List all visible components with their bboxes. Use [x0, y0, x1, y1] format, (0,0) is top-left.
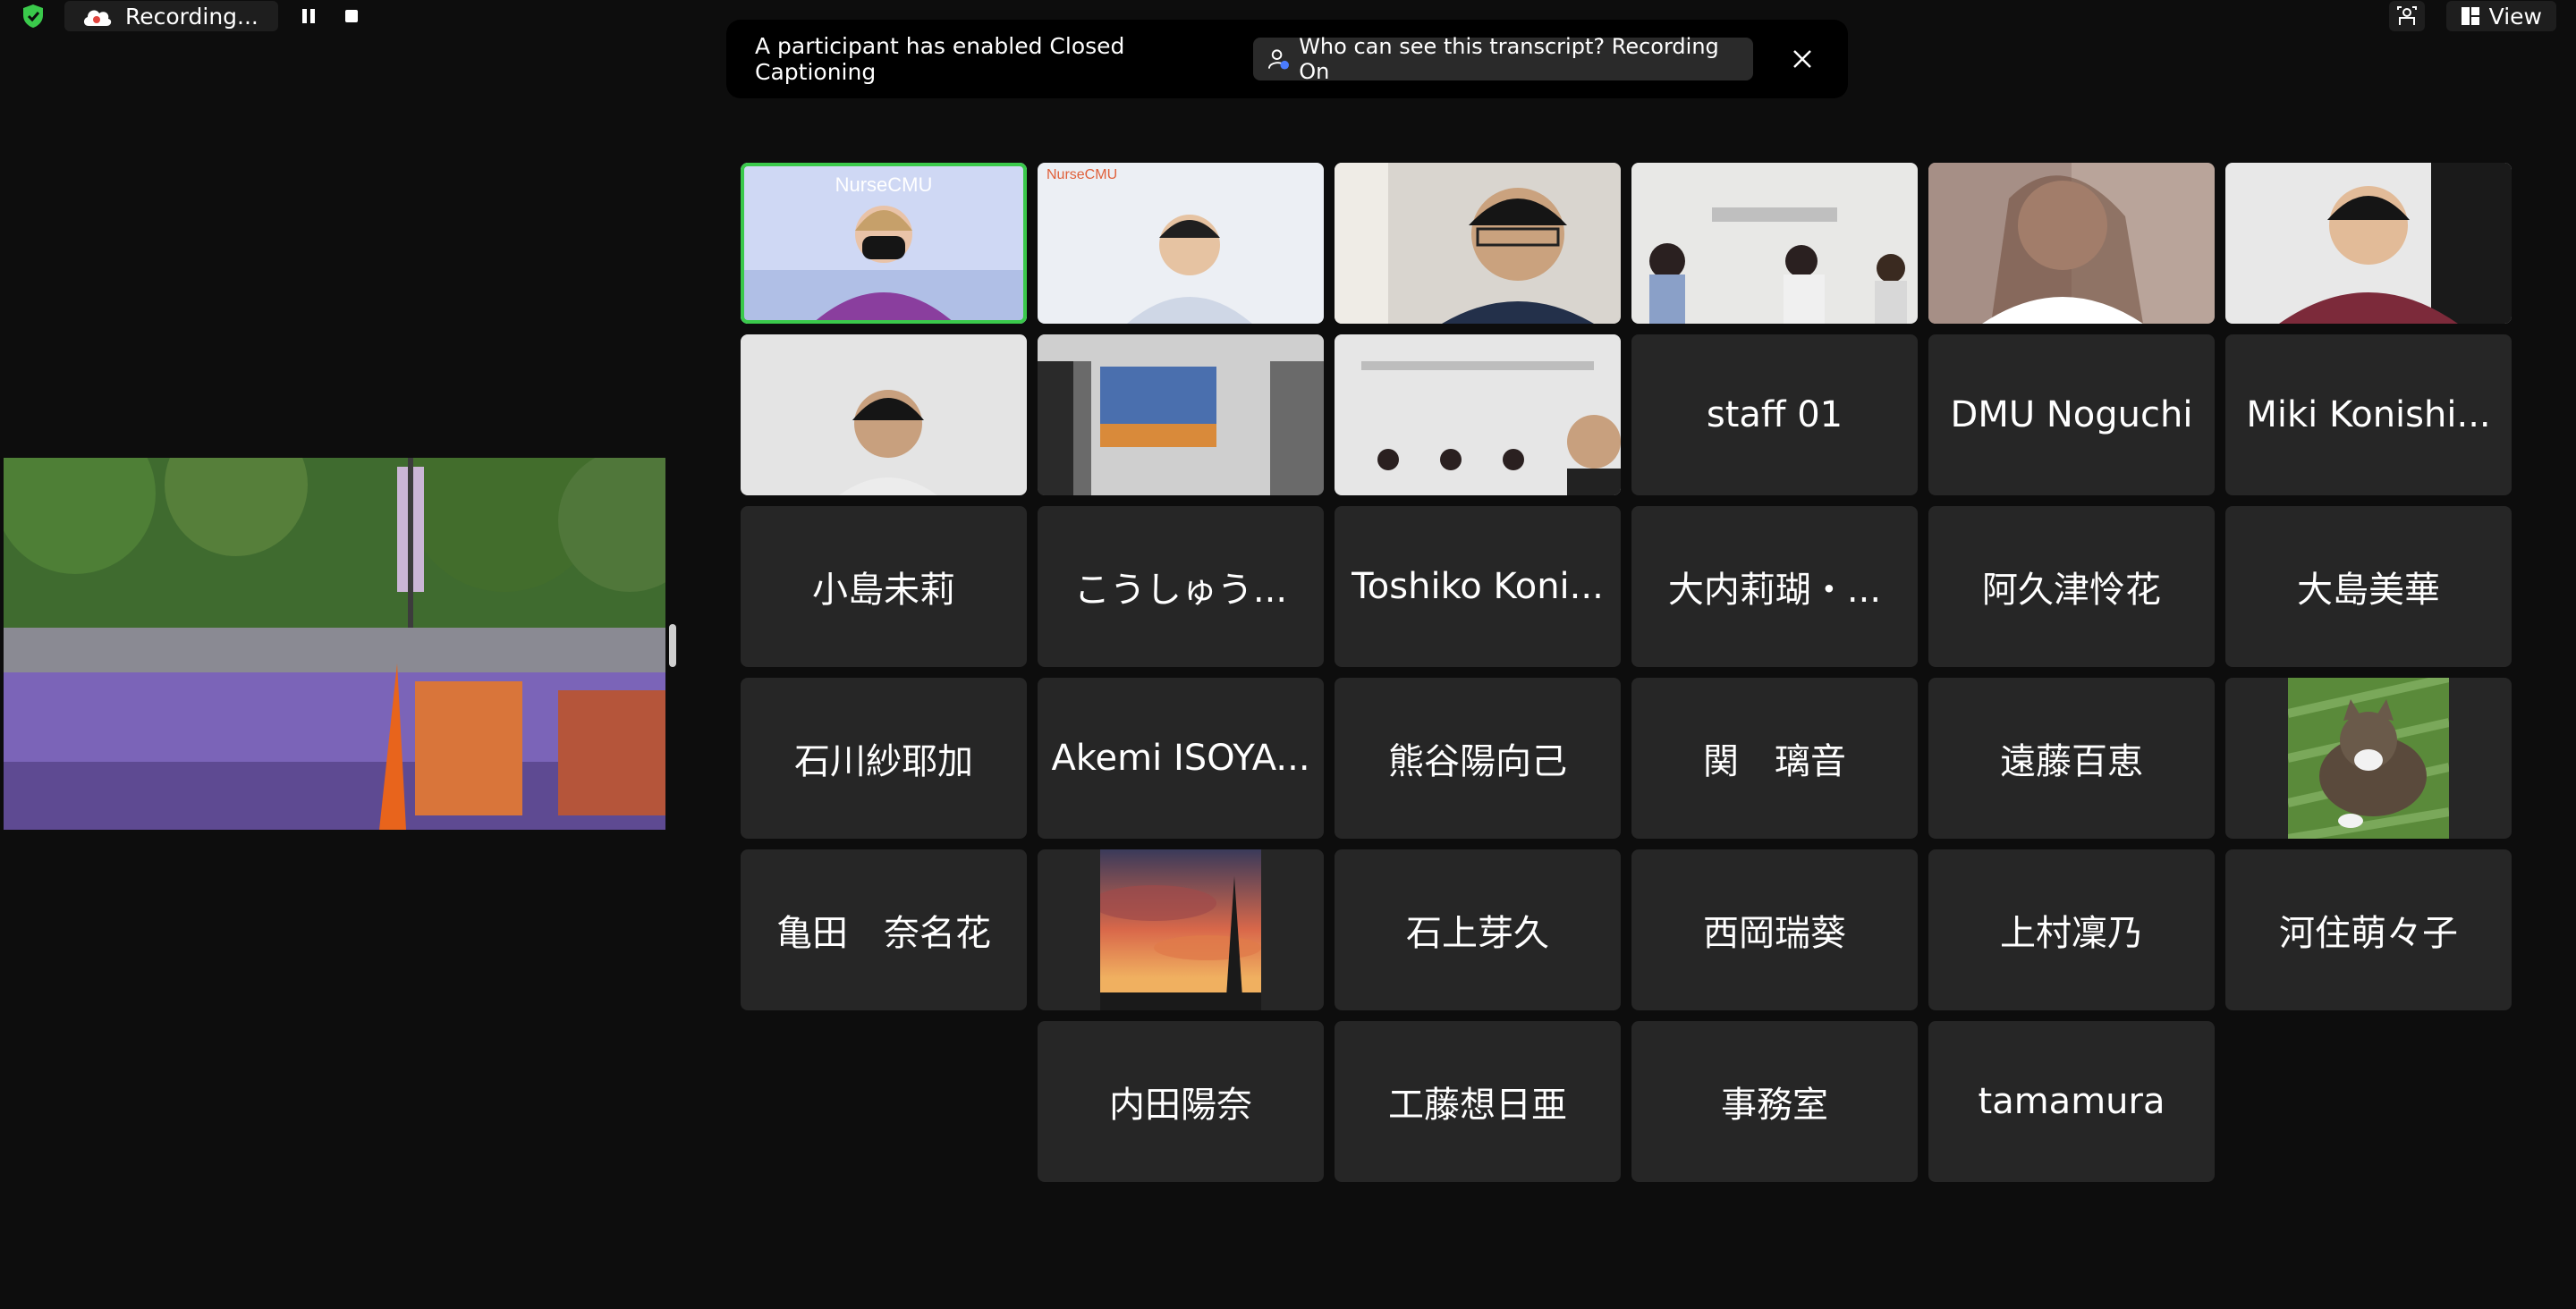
banner-message: A participant has enabled Closed Caption…	[755, 33, 1125, 85]
participant-name: 遠藤百恵	[2000, 741, 2143, 782]
participant-tile[interactable]: 遠藤百恵	[1928, 678, 2215, 839]
participant-tile-avatar[interactable]	[1038, 849, 1324, 1010]
sunset-avatar-image	[1100, 849, 1261, 1010]
participant-tile[interactable]: 亀田 奈名花	[741, 849, 1027, 1010]
participant-tile-avatar[interactable]	[2225, 678, 2512, 839]
video-tile[interactable]	[1038, 334, 1324, 495]
view-button[interactable]: View	[2445, 1, 2556, 31]
participant-name: 工藤想日亜	[1388, 1085, 1567, 1126]
close-banner-button[interactable]	[1785, 41, 1819, 77]
person-frame-icon	[2396, 6, 2417, 25]
participant-name: 西岡瑞葵	[1703, 913, 1846, 954]
video-tile[interactable]: NurseCMU	[1038, 163, 1324, 324]
immersive-button[interactable]	[2388, 1, 2425, 31]
transcript-visibility-button[interactable]: Who can see this transcript? Recording O…	[1253, 34, 1753, 84]
participant-name: 熊谷陽向己	[1388, 741, 1567, 782]
participant-video: NurseCMU	[741, 163, 1027, 324]
participant-name: Miki Konishi...	[2246, 394, 2491, 435]
video-tile[interactable]	[1335, 163, 1621, 324]
top-right-controls: View	[2388, 0, 2556, 32]
nursecmu-overlay: NurseCMU	[1046, 167, 1117, 182]
participant-tile[interactable]: こうしゅう...	[1038, 506, 1324, 667]
nursecmu-overlay: NurseCMU	[835, 173, 933, 196]
participant-name: 内田陽奈	[1109, 1085, 1252, 1126]
participant-tile[interactable]: Miki Konishi...	[2225, 334, 2512, 495]
video-tile[interactable]	[1631, 163, 1918, 324]
cloud-record-icon	[83, 10, 112, 26]
participant-name: こうしゅう...	[1073, 570, 1288, 611]
participant-tile[interactable]: 工藤想日亜	[1335, 1021, 1621, 1182]
video-tile[interactable]	[741, 334, 1027, 495]
recording-indicator[interactable]: Recording...	[64, 1, 278, 31]
participant-name: 関 璃音	[1703, 741, 1846, 782]
participant-tile[interactable]: 小島未莉	[741, 506, 1027, 667]
participant-video	[1631, 163, 1918, 324]
video-tile[interactable]	[2225, 163, 2512, 324]
participant-name: Akemi ISOYA...	[1051, 738, 1310, 779]
stop-recording-button[interactable]	[339, 4, 364, 29]
participant-tile[interactable]: 河住萌々子	[2225, 849, 2512, 1010]
participant-name: 石上芽久	[1406, 913, 1549, 954]
pause-icon	[301, 9, 315, 23]
participant-tile[interactable]: 阿久津怜花	[1928, 506, 2215, 667]
participant-video	[2225, 163, 2512, 324]
participant-tile[interactable]: 上村凜乃	[1928, 849, 2215, 1010]
participant-tile[interactable]: Akemi ISOYA...	[1038, 678, 1324, 839]
video-tile[interactable]	[1335, 334, 1621, 495]
participant-tile[interactable]: 西岡瑞葵	[1631, 849, 1918, 1010]
cat-avatar-image	[2288, 678, 2449, 839]
shared-screen[interactable]	[4, 458, 665, 830]
person-info-icon	[1268, 49, 1290, 70]
participant-video	[1038, 334, 1324, 495]
participant-name: 事務室	[1721, 1085, 1828, 1126]
participant-video	[1928, 163, 2215, 324]
participant-tile[interactable]: 石上芽久	[1335, 849, 1621, 1010]
participant-tile[interactable]: 内田陽奈	[1038, 1021, 1324, 1182]
stop-icon	[344, 10, 358, 22]
participant-tile[interactable]: 石川紗耶加	[741, 678, 1027, 839]
recording-status-bar: Recording...	[20, 0, 364, 32]
participant-tile[interactable]: tamamura	[1928, 1021, 2215, 1182]
participant-video	[1335, 334, 1621, 495]
participant-name: tamamura	[1978, 1081, 2165, 1122]
participant-video: NurseCMU	[1038, 163, 1324, 324]
participant-name: 大内莉瑚・...	[1667, 570, 1882, 611]
participant-tile[interactable]: 大内莉瑚・...	[1631, 506, 1918, 667]
participant-name: 阿久津怜花	[1982, 570, 2161, 611]
participant-video	[1335, 163, 1621, 324]
participant-name: DMU Noguchi	[1950, 394, 2193, 435]
participant-name: 小島未莉	[812, 570, 955, 611]
resize-handle[interactable]	[669, 624, 676, 667]
close-icon	[1792, 50, 1811, 68]
participant-name: 亀田 奈名花	[776, 913, 991, 954]
pause-recording-button[interactable]	[296, 4, 321, 29]
participant-name: 上村凜乃	[2000, 913, 2143, 954]
parade-photo	[4, 458, 665, 830]
participant-name: 大島美華	[2297, 570, 2440, 611]
participant-name: 河住萌々子	[2279, 913, 2458, 954]
participant-tile[interactable]: DMU Noguchi	[1928, 334, 2215, 495]
participant-tile[interactable]: 関 璃音	[1631, 678, 1918, 839]
recording-label: Recording...	[125, 3, 258, 30]
video-tile-active-speaker[interactable]: NurseCMU	[741, 163, 1027, 324]
participant-tile[interactable]: 大島美華	[2225, 506, 2512, 667]
participant-name: 石川紗耶加	[794, 741, 973, 782]
participant-name: staff 01	[1706, 394, 1843, 435]
transcript-visibility-label: Who can see this transcript? Recording O…	[1299, 34, 1719, 84]
participant-tile[interactable]: 事務室	[1631, 1021, 1918, 1182]
shield-check-icon	[23, 4, 43, 28]
grid-view-icon	[2461, 7, 2479, 25]
closed-caption-banner: A participant has enabled Closed Caption…	[726, 20, 1848, 98]
view-label: View	[2488, 3, 2542, 30]
participant-tile[interactable]: staff 01	[1631, 334, 1918, 495]
participant-name: Toshiko Koni...	[1352, 566, 1604, 607]
participant-tile[interactable]: Toshiko Koni...	[1335, 506, 1621, 667]
participant-tile[interactable]: 熊谷陽向己	[1335, 678, 1621, 839]
video-tile[interactable]	[1928, 163, 2215, 324]
participant-video	[741, 334, 1027, 495]
